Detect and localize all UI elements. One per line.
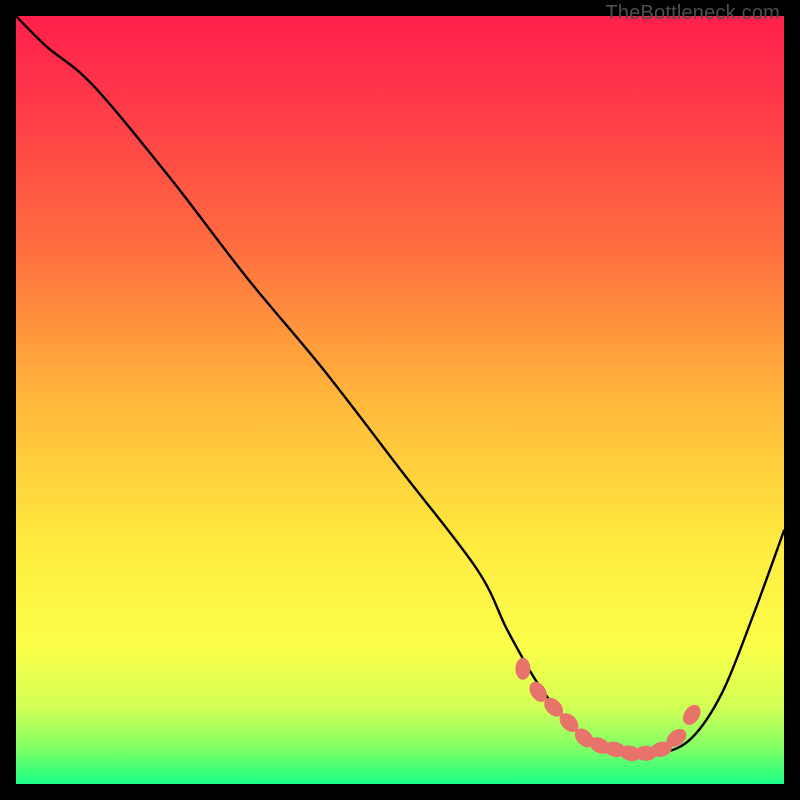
trough-markers bbox=[515, 658, 704, 763]
trough-marker bbox=[515, 658, 530, 680]
chart-frame: TheBottleneck.com bbox=[0, 0, 800, 800]
bottleneck-curve bbox=[16, 16, 784, 755]
curve-layer bbox=[16, 16, 784, 784]
plot-area bbox=[16, 16, 784, 784]
watermark-text: TheBottleneck.com bbox=[605, 2, 780, 25]
trough-marker bbox=[679, 702, 704, 729]
